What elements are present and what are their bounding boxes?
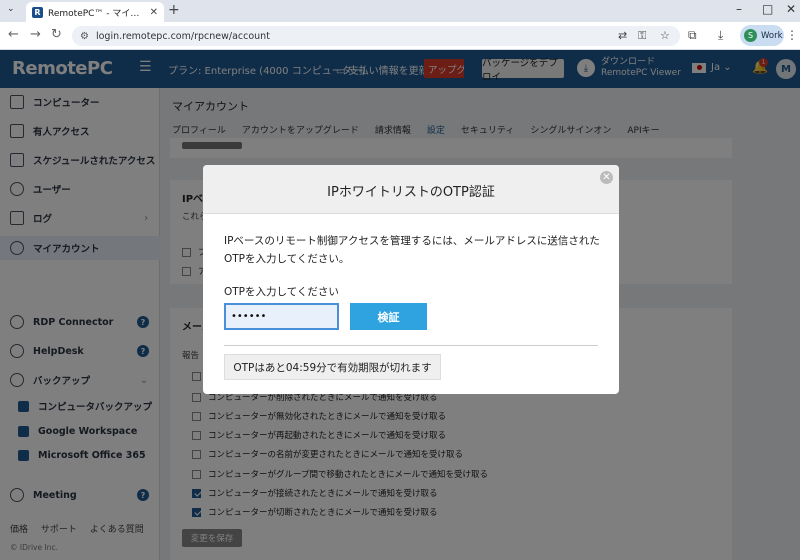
profile-avatar: S bbox=[744, 29, 757, 42]
otp-modal: IPホワイトリストのOTP認証 ✕ IPベースのリモート制御アクセスを管理するに… bbox=[203, 165, 619, 394]
address-bar[interactable]: ⚙ login.remotepc.com/rpcnew/account ⇄ ⚿ … bbox=[72, 26, 680, 46]
forward-icon[interactable]: → bbox=[30, 27, 41, 42]
close-icon[interactable]: ✕ bbox=[600, 171, 613, 184]
tab-search-icon[interactable]: ⌄ bbox=[7, 4, 15, 14]
remotepc-favicon-icon: R bbox=[32, 6, 43, 18]
extensions-icon[interactable]: ⧉ bbox=[688, 28, 697, 43]
new-tab-icon[interactable]: + bbox=[168, 2, 180, 18]
browser-toolbar: ← → ↻ ⚙ login.remotepc.com/rpcnew/accoun… bbox=[0, 22, 800, 50]
otp-expiry-notice: OTPはあと04:59分で有効期限が切れます bbox=[224, 354, 441, 380]
otp-label: OTPを入力してください bbox=[224, 286, 339, 298]
site-info-icon[interactable]: ⚙ bbox=[80, 31, 89, 42]
password-key-icon[interactable]: ⚿ bbox=[638, 29, 646, 43]
browser-tab[interactable]: R RemotePC™ - マイアカウント情報 ✕ bbox=[26, 2, 164, 22]
modal-title: IPホワイトリストのOTP認証 bbox=[327, 185, 495, 200]
close-window-icon[interactable]: ✕ bbox=[786, 2, 796, 16]
translate-icon[interactable]: ⇄ bbox=[618, 29, 627, 42]
divider bbox=[224, 345, 598, 346]
modal-header: IPホワイトリストのOTP認証 ✕ bbox=[203, 165, 619, 214]
modal-description: IPベースのリモート制御アクセスを管理するには、メールアドレスに送信されたOTP… bbox=[224, 235, 600, 265]
url-text: login.remotepc.com/rpcnew/account bbox=[95, 30, 270, 42]
downloads-icon[interactable]: ⤓ bbox=[718, 28, 723, 43]
minimize-icon[interactable]: – bbox=[736, 2, 742, 16]
profile-button[interactable]: S Work bbox=[740, 25, 784, 46]
browser-menu-icon[interactable]: ⋮ bbox=[786, 28, 798, 42]
profile-label: Work bbox=[761, 30, 783, 41]
verify-button[interactable]: 検証 bbox=[350, 303, 427, 330]
otp-input[interactable]: •••••• bbox=[224, 303, 339, 330]
reload-icon[interactable]: ↻ bbox=[51, 27, 62, 42]
browser-tabstrip: ⌄ R RemotePC™ - マイアカウント情報 ✕ + – □ ✕ bbox=[0, 0, 800, 22]
bookmark-star-icon[interactable]: ☆ bbox=[660, 29, 670, 42]
close-tab-icon[interactable]: ✕ bbox=[150, 7, 158, 18]
back-icon[interactable]: ← bbox=[8, 27, 19, 42]
maximize-icon[interactable]: □ bbox=[762, 2, 773, 16]
tab-title: RemotePC™ - マイアカウント情報 bbox=[48, 8, 146, 19]
